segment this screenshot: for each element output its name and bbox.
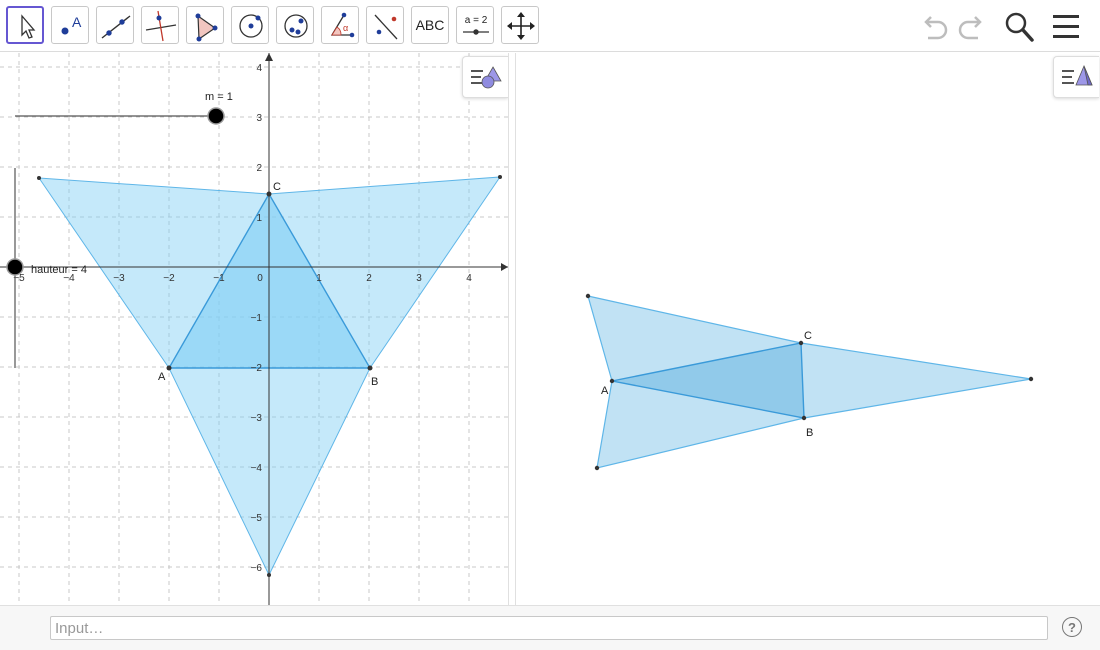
y-axis-arrow — [265, 53, 273, 61]
slider-tool-button[interactable]: a = 2 — [456, 6, 494, 44]
style-bar-3d-icon — [1062, 64, 1093, 86]
x-tick: 1 — [316, 273, 322, 284]
angle-icon: α — [330, 12, 355, 38]
angle-tool-label: α — [343, 23, 348, 33]
polygon-tool-button[interactable] — [186, 6, 224, 44]
vertex-point[interactable] — [594, 465, 600, 471]
slider-hauteur-handle[interactable] — [6, 258, 24, 276]
line-tool-button[interactable] — [96, 6, 134, 44]
style-bar-toggle-2[interactable] — [1053, 56, 1099, 98]
vertex-point[interactable] — [1028, 376, 1034, 382]
slider-tool-label: a = 2 — [465, 15, 488, 26]
point-a[interactable] — [166, 365, 172, 371]
toolbar: A α ABC a = 2 — [0, 0, 1100, 52]
pane-divider[interactable] — [508, 53, 516, 605]
style-bar-toggle-1[interactable] — [462, 56, 508, 98]
graphics-1-canvas[interactable]: −5 −4 −3 −2 −1 0 1 2 3 4 4 3 2 1 −1 −2 −… — [0, 53, 508, 605]
graphics-view-2[interactable]: A B C — [516, 53, 1100, 605]
point-b[interactable] — [367, 365, 373, 371]
point-a-2[interactable] — [609, 378, 615, 384]
vertex-point[interactable] — [37, 176, 41, 180]
graphics-2-canvas[interactable]: A B C — [516, 53, 1100, 605]
point-c-2-label: C — [804, 330, 812, 342]
point-icon: A — [61, 14, 82, 35]
reflect-icon — [374, 14, 398, 40]
circle-icon — [239, 14, 263, 38]
y-tick: 2 — [256, 163, 262, 174]
origin-tick: 0 — [257, 273, 263, 284]
x-tick: −1 — [213, 273, 225, 284]
perpendicular-line-icon — [145, 10, 177, 42]
point-tool-button[interactable]: A — [51, 6, 89, 44]
arrow-cursor-icon — [21, 14, 36, 39]
point-b-2[interactable] — [801, 415, 807, 421]
point-b-label: B — [371, 376, 378, 388]
x-tick: −2 — [163, 273, 175, 284]
redo-icon[interactable] — [954, 10, 988, 44]
undo-icon[interactable] — [918, 10, 952, 44]
y-tick: 4 — [256, 63, 262, 74]
angle-tool-button[interactable]: α — [321, 6, 359, 44]
slider-icon: a = 2 — [463, 15, 489, 35]
reflect-tool-button[interactable] — [366, 6, 404, 44]
text-tool-button[interactable]: ABC — [411, 6, 449, 44]
vertex-point[interactable] — [498, 175, 502, 179]
ellipse-tool-button[interactable] — [276, 6, 314, 44]
point-a-2-label: A — [601, 385, 609, 397]
move-arrows-icon — [507, 12, 535, 40]
menu-icon[interactable] — [1050, 10, 1084, 44]
y-tick: 3 — [256, 113, 262, 124]
conic-icon — [284, 14, 308, 38]
x-tick: 4 — [466, 273, 472, 284]
y-tick: −1 — [251, 313, 263, 324]
input-bar: ? — [0, 605, 1100, 650]
x-tick: 3 — [416, 273, 422, 284]
slider-hauteur-label: hauteur = 4 — [31, 264, 87, 276]
slider-m-label: m = 1 — [205, 91, 233, 103]
y-tick: −3 — [251, 413, 263, 424]
point-tool-label: A — [72, 14, 82, 30]
line-icon — [101, 15, 131, 39]
y-tick: −4 — [251, 463, 263, 474]
point-c-2[interactable] — [798, 340, 804, 346]
y-tick: −5 — [251, 513, 263, 524]
point-b-2-label: B — [806, 427, 813, 439]
point-a-label: A — [158, 371, 166, 383]
x-tick: −3 — [113, 273, 125, 284]
polygon-icon — [195, 13, 218, 42]
circle-tool-button[interactable] — [231, 6, 269, 44]
point-c[interactable] — [266, 191, 272, 197]
slider-m-handle[interactable] — [207, 107, 225, 125]
y-tick: −2 — [251, 363, 263, 374]
search-icon[interactable] — [1002, 10, 1036, 44]
graphics-view-1[interactable]: −5 −4 −3 −2 −1 0 1 2 3 4 4 3 2 1 −1 −2 −… — [0, 53, 508, 605]
help-icon[interactable]: ? — [1062, 617, 1082, 637]
algebra-input[interactable] — [50, 616, 1048, 640]
point-c-label: C — [273, 181, 281, 193]
perpendicular-tool-button[interactable] — [141, 6, 179, 44]
y-tick: 1 — [256, 213, 262, 224]
vertex-point[interactable] — [585, 293, 591, 299]
x-tick: 2 — [366, 273, 372, 284]
vertex-point[interactable] — [267, 573, 271, 577]
x-axis-arrow — [501, 263, 508, 271]
y-tick: −6 — [251, 563, 263, 574]
style-bar-icon — [471, 66, 502, 89]
move-tool-button[interactable] — [6, 6, 44, 44]
move-graphics-tool-button[interactable] — [501, 6, 539, 44]
text-tool-label: ABC — [415, 17, 445, 33]
